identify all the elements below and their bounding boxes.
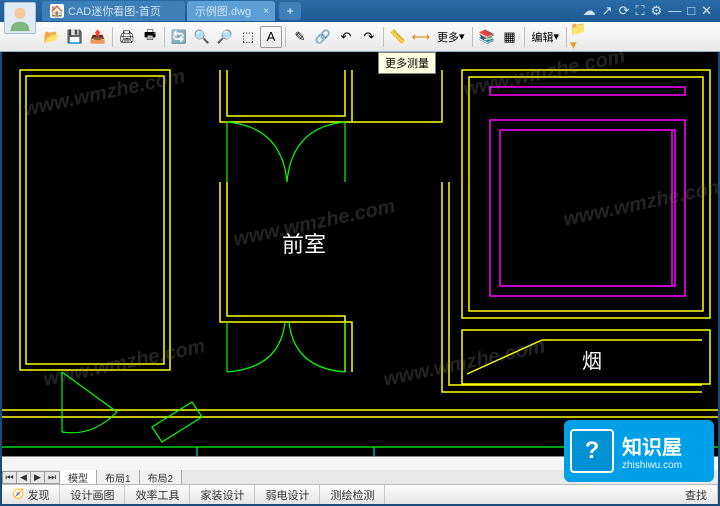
cloud-icon[interactable]: ☁ xyxy=(583,3,596,19)
window-controls: ☁ ↗ ⟳ ⛶ ⚙ — □ ✕ xyxy=(583,3,720,19)
badge-title: 知识屋 xyxy=(622,431,682,460)
nav-first-icon[interactable]: ⏮ xyxy=(3,472,17,483)
question-icon: ? xyxy=(570,429,614,473)
status-search[interactable]: 查找 xyxy=(675,485,718,504)
tab-label: 示例图.dwg xyxy=(195,3,251,19)
text-button[interactable]: A xyxy=(260,26,282,48)
zoom-out-button[interactable]: 🔎 xyxy=(214,26,236,48)
status-design[interactable]: 设计画图 xyxy=(60,485,125,504)
fullscreen-icon[interactable]: ⛶ xyxy=(635,3,644,19)
nav-next-icon[interactable]: ▶ xyxy=(31,472,45,483)
nav-last-icon[interactable]: ⏭ xyxy=(45,472,59,483)
maximize-icon[interactable]: □ xyxy=(687,3,695,19)
measure-button[interactable]: 📏 xyxy=(387,26,409,48)
room-label-1: 前室 xyxy=(282,232,326,257)
open-button[interactable]: 📂 xyxy=(41,26,63,48)
tab-label: CAD迷你看图-首页 xyxy=(68,3,161,19)
nav-prev-icon[interactable]: ◀ xyxy=(17,472,31,483)
edit-button[interactable]: 编辑▾ xyxy=(528,26,564,48)
undo-button[interactable]: ↶ xyxy=(335,26,357,48)
share-icon[interactable]: ↗ xyxy=(602,3,613,19)
status-elec[interactable]: 弱电设计 xyxy=(255,485,320,504)
blocks-button[interactable]: ▦ xyxy=(499,26,521,48)
settings-icon[interactable]: ⚙ xyxy=(651,3,663,19)
status-bar: 🧭发现 设计画图 效率工具 家装设计 弱电设计 测绘检测 查找 xyxy=(2,484,718,504)
title-bar: 🏠 CAD迷你看图-首页 示例图.dwg × + ☁ ↗ ⟳ ⛶ ⚙ — □ ✕ xyxy=(0,0,720,22)
layers-button[interactable]: 📚 xyxy=(476,26,498,48)
zoom-in-button[interactable]: 🔍 xyxy=(191,26,213,48)
redo-button[interactable]: ↷ xyxy=(358,26,380,48)
new-tab-button[interactable]: + xyxy=(279,2,301,20)
badge-sub: zhishiwu.com xyxy=(622,460,682,471)
status-home[interactable]: 家装设计 xyxy=(190,485,255,504)
layout-nav: ⏮ ◀ ▶ ⏭ xyxy=(2,471,60,484)
user-avatar[interactable] xyxy=(4,2,36,34)
home-icon: 🏠 xyxy=(50,4,64,18)
close-icon[interactable]: × xyxy=(263,6,269,17)
zoom-extents-button[interactable]: 🔄 xyxy=(168,26,190,48)
compass-icon: 🧭 xyxy=(12,489,24,500)
status-discover[interactable]: 🧭发现 xyxy=(2,485,60,504)
link-button[interactable]: 🔗 xyxy=(312,26,334,48)
drawing-canvas[interactable]: 前室 烟 www.wmzhe.com www.wmzhe.com www.wmz… xyxy=(2,52,718,456)
minimize-icon[interactable]: — xyxy=(668,3,681,19)
folder-button[interactable]: 📁▾ xyxy=(570,26,592,48)
tooltip: 更多测量 xyxy=(378,52,436,74)
save-button[interactable]: 💾 xyxy=(64,26,86,48)
tab-file[interactable]: 示例图.dwg × xyxy=(187,1,275,21)
close-icon[interactable]: ✕ xyxy=(701,3,712,19)
layout2-tab[interactable]: 布局2 xyxy=(140,470,183,485)
model-tab[interactable]: 模型 xyxy=(60,470,97,485)
refresh-icon[interactable]: ⟳ xyxy=(619,3,630,19)
status-efficiency[interactable]: 效率工具 xyxy=(125,485,190,504)
toolbar: 📂 💾 📤 🖨 🖶 🔄 🔍 🔎 ⬚ A ✎ 🔗 ↶ ↷ 📏 ⟷ 更多▾ 📚 ▦ … xyxy=(0,22,720,52)
pencil-button[interactable]: ✎ xyxy=(289,26,311,48)
print-button[interactable]: 🖨 xyxy=(116,26,138,48)
layout1-tab[interactable]: 布局1 xyxy=(97,470,140,485)
dimension-button[interactable]: ⟷ xyxy=(410,26,432,48)
room-label-2: 烟 xyxy=(582,350,602,373)
brand-badge[interactable]: ? 知识屋 zhishiwu.com xyxy=(564,420,714,482)
tab-home[interactable]: 🏠 CAD迷你看图-首页 xyxy=(42,1,185,21)
export-button[interactable]: 📤 xyxy=(87,26,109,48)
status-survey[interactable]: 测绘检测 xyxy=(320,485,385,504)
print-area-button[interactable]: 🖶 xyxy=(139,26,161,48)
more-button[interactable]: 更多▾ xyxy=(433,26,469,48)
zoom-window-button[interactable]: ⬚ xyxy=(237,26,259,48)
